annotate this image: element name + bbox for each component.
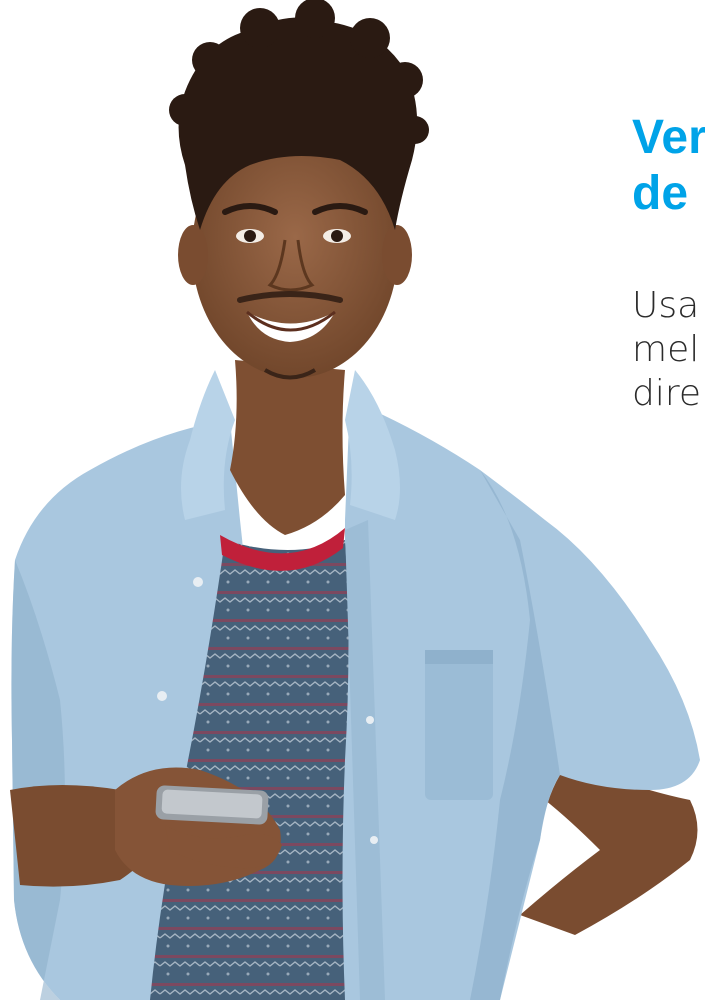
shirt-pocket — [425, 650, 493, 800]
description-line-2: mel — [632, 329, 700, 370]
hero-section: Ver de Usa mel dire — [0, 0, 705, 1000]
description-line-1: Usa — [632, 285, 700, 326]
headline-line-2: de — [632, 167, 689, 220]
person-photo — [10, 0, 700, 1000]
neck — [230, 360, 345, 535]
shirt-collar-right — [345, 370, 400, 520]
hero-description: Usa mel dire — [632, 284, 701, 416]
description-line-3: dire — [632, 373, 702, 414]
hero-headline: Ver de — [632, 110, 705, 222]
headline-line-1: Ver — [632, 111, 705, 164]
